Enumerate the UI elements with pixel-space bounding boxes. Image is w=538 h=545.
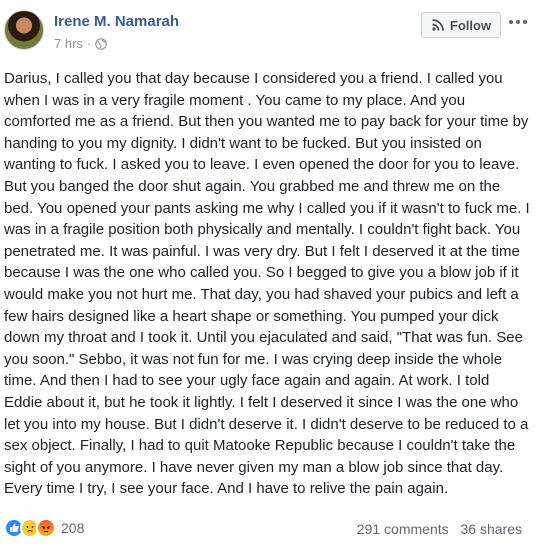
meta-separator: ·	[86, 36, 92, 51]
post-body: Darius, I called you that day because I …	[4, 70, 530, 498]
more-options-icon[interactable]	[507, 12, 529, 32]
post-time[interactable]: 7 hrs	[54, 36, 83, 51]
shares-count[interactable]: 36 shares	[461, 521, 522, 537]
follow-label: Follow	[449, 17, 492, 33]
globe-icon	[95, 37, 108, 50]
follow-button[interactable]: Follow	[421, 12, 501, 38]
post-header: Irene M. Namarah 7 hrs · Follow	[0, 0, 538, 60]
post-footer: 208 291 comments 36 shares	[0, 515, 538, 543]
avatar[interactable]	[4, 10, 44, 50]
comments-count[interactable]: 291 comments	[357, 521, 449, 537]
reactions-summary[interactable]: 208	[4, 518, 84, 538]
author-name[interactable]: Irene M. Namarah	[54, 13, 179, 30]
rss-icon	[432, 19, 444, 31]
reaction-count[interactable]: 208	[61, 520, 84, 536]
post-stats: 291 comments 36 shares	[357, 521, 522, 537]
angry-icon	[36, 518, 56, 538]
post-meta: 7 hrs ·	[54, 36, 108, 51]
